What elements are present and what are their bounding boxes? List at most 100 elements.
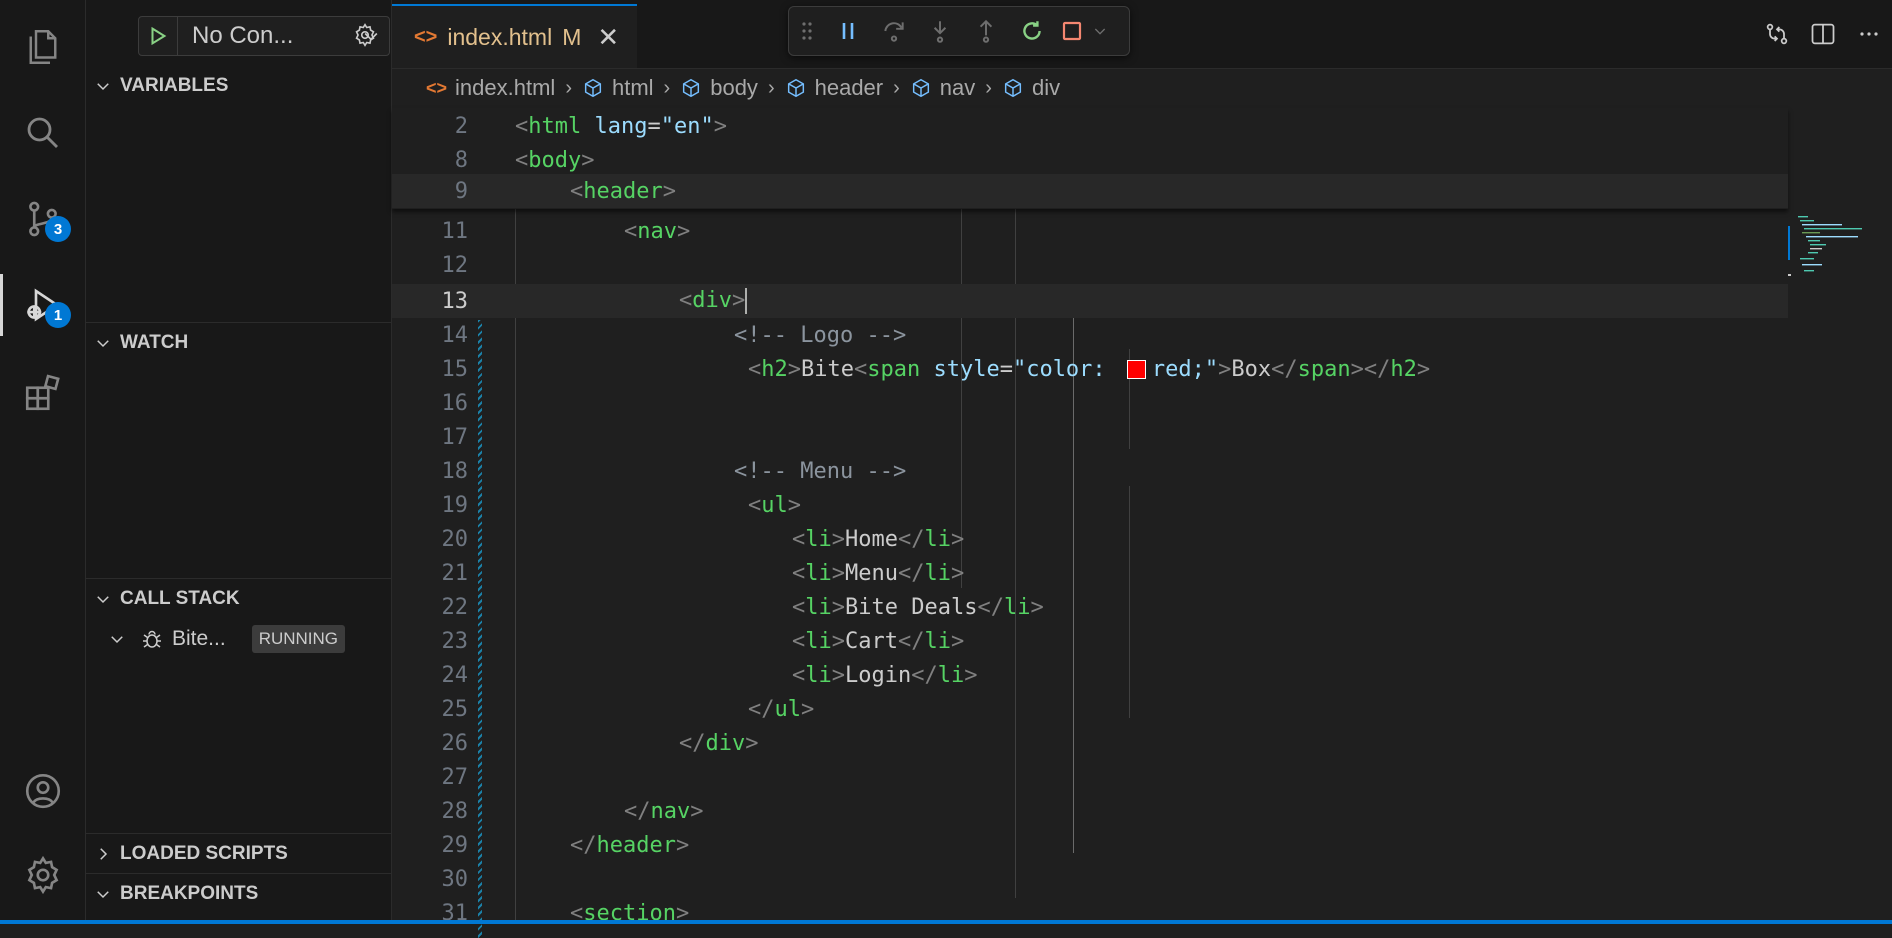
sticky-scroll: 2 <html lang="en"> 8 <body> 9 <header> — [392, 108, 1788, 209]
code-line: 23 <li>Cart</li> — [392, 624, 1788, 658]
comment-text: <!-- Logo --> — [734, 322, 907, 348]
call-stack-section-header[interactable]: CALL STACK — [86, 578, 391, 618]
line-number: 9 — [454, 178, 468, 204]
chevron-down-icon — [108, 630, 130, 648]
breadcrumb-label: body — [710, 75, 758, 100]
ellipsis-icon — [1860, 32, 1878, 36]
tab-bar: <> index.html M ✕ — [392, 0, 1892, 69]
chevron-right-icon: › — [767, 76, 775, 99]
code-line: 16 — [392, 386, 1788, 420]
search-icon — [27, 117, 58, 148]
breakpoints-title: BREAKPOINTS — [120, 882, 259, 904]
manage-button[interactable] — [0, 840, 85, 910]
code-line: 24 <li>Login</li> — [392, 658, 1788, 692]
explorer-button[interactable] — [0, 12, 85, 82]
line-number: 24 — [441, 662, 469, 688]
color-swatch[interactable] — [1126, 360, 1146, 379]
search-button[interactable] — [0, 98, 85, 168]
compare-changes-button[interactable] — [1754, 20, 1800, 48]
sticky-line[interactable]: 9 <header> — [392, 174, 1788, 208]
breadcrumb: <> index.html › html › body › header › na… — [426, 72, 1060, 104]
watch-title: WATCH — [120, 331, 189, 353]
minimap[interactable] — [1788, 212, 1878, 312]
code-line: 29 </header> — [392, 828, 1788, 862]
extensions-button[interactable] — [0, 358, 85, 428]
code-line: 19 <ul> — [392, 488, 1788, 522]
line-number: 2 — [454, 113, 468, 139]
element-icon — [912, 78, 929, 98]
line-number: 18 — [441, 458, 469, 484]
step-out-button[interactable] — [963, 7, 1009, 55]
breadcrumb-item-header[interactable]: header — [785, 75, 883, 101]
more-actions-button[interactable] — [1846, 22, 1892, 46]
loaded-scripts-section-header[interactable]: LOADED SCRIPTS — [86, 833, 391, 873]
call-stack-title: CALL STACK — [120, 587, 240, 609]
chevron-right-icon: › — [893, 76, 900, 99]
watch-section-header[interactable]: WATCH — [86, 322, 391, 362]
drag-handle-icon[interactable] — [789, 7, 825, 55]
loaded-scripts-title: LOADED SCRIPTS — [120, 842, 288, 864]
launch-config-name: No Con... — [192, 22, 294, 49]
code-line: 26 </div> — [392, 726, 1788, 760]
step-into-icon — [933, 21, 947, 43]
text-cursor — [745, 288, 748, 314]
stop-button[interactable] — [1055, 7, 1089, 55]
step-into-button[interactable] — [917, 7, 963, 55]
line-number: 22 — [441, 594, 469, 620]
breadcrumb-item-html[interactable]: html — [582, 75, 654, 101]
html-file-icon: <> — [414, 25, 438, 48]
pause-button[interactable] — [825, 7, 871, 55]
comment-text: <!-- Menu --> — [734, 458, 907, 484]
line-number: 30 — [441, 866, 469, 892]
line-number: 26 — [441, 730, 469, 756]
code-editor[interactable]: 11 <nav> 12 13 <div> 14 <!-- Logo --> 15 <h2… — [392, 108, 1892, 938]
start-debugging-button[interactable] — [139, 17, 178, 55]
variables-section-header[interactable]: VARIABLES — [86, 66, 391, 106]
html-file-icon: <> — [426, 77, 448, 98]
breadcrumb-item-body[interactable]: body — [680, 75, 758, 101]
source-control-button[interactable]: 3 — [0, 184, 85, 254]
gear-icon — [27, 855, 58, 895]
step-over-icon — [884, 22, 904, 42]
code-line: 21 <li>Menu</li> — [392, 556, 1788, 590]
code-line: 18 <!-- Menu --> — [392, 454, 1788, 488]
source-control-badge: 3 — [45, 216, 71, 242]
sticky-line[interactable]: 2 <html lang="en"> — [392, 109, 1788, 143]
code-line: 20 <li>Home</li> — [392, 522, 1788, 556]
modified-indicator: M — [562, 23, 582, 50]
step-over-button[interactable] — [871, 7, 917, 55]
call-stack-session[interactable]: Bite... RUNNING — [86, 616, 391, 662]
tab-index-html[interactable]: <> index.html M ✕ — [392, 4, 637, 68]
line-number: 11 — [441, 218, 469, 244]
split-editor-button[interactable] — [1800, 20, 1846, 48]
line-number: 20 — [441, 526, 469, 552]
run-debug-button[interactable]: 1 — [0, 270, 85, 340]
breakpoints-section-header[interactable]: BREAKPOINTS — [86, 873, 391, 913]
accounts-button[interactable] — [0, 756, 85, 826]
play-icon — [151, 26, 167, 46]
line-number: 13 — [441, 288, 469, 314]
breadcrumb-item-div[interactable]: div — [1002, 75, 1060, 101]
breadcrumb-item-nav[interactable]: nav — [910, 75, 975, 101]
sticky-line[interactable]: 8 <body> — [392, 143, 1788, 177]
chevron-down-icon — [86, 334, 120, 352]
code-line: 30 — [392, 862, 1788, 896]
chevron-right-icon: › — [985, 76, 992, 99]
restart-button[interactable] — [1009, 7, 1055, 55]
extensions-icon — [25, 374, 60, 411]
line-number: 19 — [441, 492, 469, 518]
chevron-down-icon[interactable] — [1089, 7, 1111, 55]
open-launch-json-button[interactable] — [348, 18, 382, 52]
activity-bar: 3 1 — [0, 0, 86, 924]
close-icon[interactable]: ✕ — [597, 22, 619, 53]
element-icon — [584, 78, 602, 98]
breadcrumb-item-file[interactable]: <> index.html — [426, 75, 555, 101]
editor-actions — [1754, 10, 1892, 58]
element-icon — [1004, 78, 1022, 98]
status-bar-edge — [0, 920, 1892, 924]
code-line-current: 13 <div> — [392, 284, 1788, 318]
chevron-right-icon: › — [663, 76, 671, 99]
line-number: 23 — [441, 628, 469, 654]
code-line: 15 <h2>Bite<span style="color: red;">Box<… — [392, 352, 1788, 386]
chevron-down-icon — [86, 77, 120, 95]
